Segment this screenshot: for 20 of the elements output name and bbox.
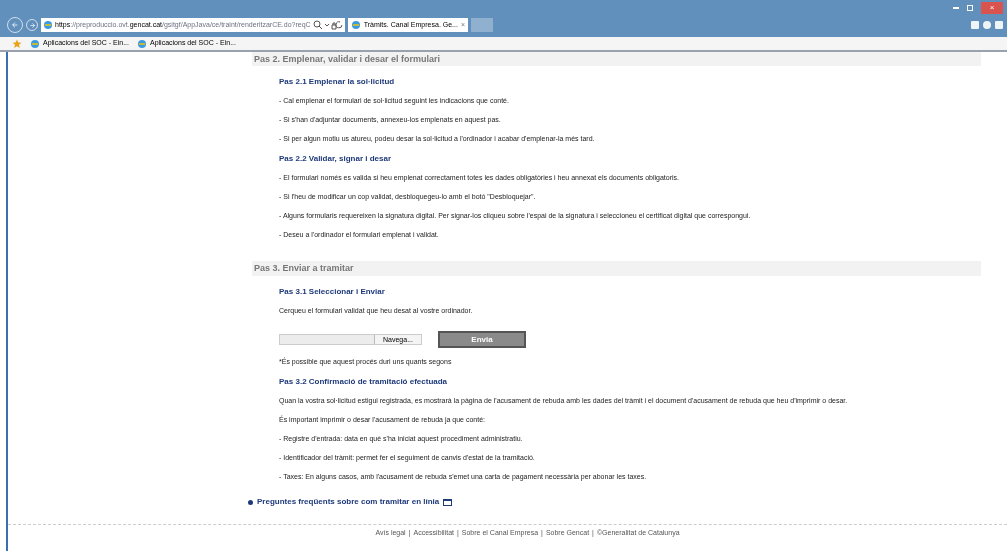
restore-icon[interactable] bbox=[967, 5, 973, 11]
address-tools-icon[interactable] bbox=[312, 20, 343, 30]
browser-logo-icon bbox=[137, 38, 147, 49]
step-title: Pas 2.2 Validar, signar i desar bbox=[279, 153, 393, 164]
new-tab-button[interactable] bbox=[471, 18, 494, 32]
browser-logo-icon bbox=[30, 38, 40, 49]
step-title: Pas 3.1 Seleccionar i Enviar bbox=[279, 286, 386, 297]
bullet-icon bbox=[248, 499, 253, 505]
step-title: Pas 3.2 Confirmació de tramitació efectuada bbox=[279, 376, 449, 387]
browser-logo-icon bbox=[350, 20, 361, 30]
section-header: Pas 3. Enviar a tramitar bbox=[252, 261, 981, 276]
favorites-star-icon[interactable] bbox=[12, 38, 22, 49]
new-window-icon bbox=[443, 498, 453, 506]
step-title: Pas 2.1 Emplenar la sol·licitud bbox=[279, 76, 396, 87]
close-button[interactable]: × bbox=[981, 2, 1003, 14]
faq-link[interactable]: Preguntes freqüents sobre com tramitar en línia bbox=[257, 496, 440, 508]
arrow-left-icon bbox=[11, 21, 19, 29]
arrow-right-icon bbox=[28, 21, 36, 29]
browser-logo-icon bbox=[43, 20, 53, 30]
section-header: Pas 2. Emplenar, validar i desar el formulari bbox=[252, 52, 981, 66]
